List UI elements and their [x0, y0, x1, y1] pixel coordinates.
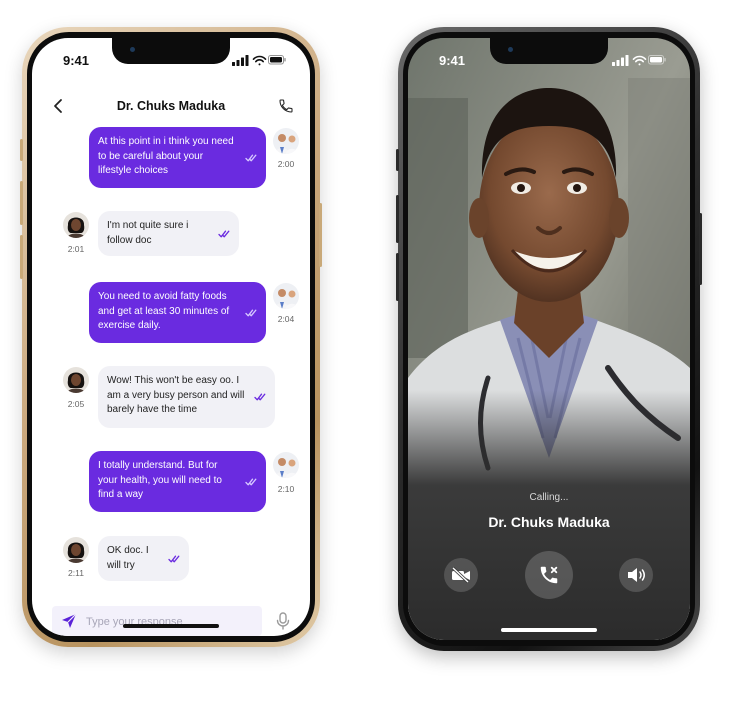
video-off-icon: [451, 567, 470, 583]
battery-icon: [648, 55, 666, 65]
message-text: At this point in i think you need to be …: [98, 136, 234, 176]
message-outgoing: You need to avoid fatty foods and get at…: [89, 282, 266, 343]
send-icon[interactable]: [61, 613, 77, 629]
phone-side-button: [20, 235, 23, 279]
message-time: 2:11: [68, 568, 84, 578]
message-bubble: I totally understand. But for your healt…: [89, 451, 266, 512]
video-off-button[interactable]: [444, 558, 478, 592]
end-call-icon: [540, 566, 558, 584]
phone-side-button: [396, 149, 399, 171]
message-outgoing: I totally understand. But for your healt…: [89, 451, 266, 512]
phone-side-button: [319, 203, 322, 267]
message-outgoing: At this point in i think you need to be …: [89, 127, 266, 188]
message-bubble: At this point in i think you need to be …: [89, 127, 266, 188]
message-time: 2:00: [277, 159, 295, 169]
message-bubble: I'm not quite sure i follow doc: [98, 211, 239, 256]
message-incoming: OK doc. I will try: [98, 536, 189, 581]
caller-name: Dr. Chuks Maduka: [488, 514, 610, 530]
status-time: 9:41: [439, 53, 466, 68]
chat-phone: 9:41 Dr. Chuks Maduka At this point in i…: [20, 27, 322, 647]
patient-avatar: [63, 212, 89, 238]
patient-avatar: [63, 537, 89, 563]
message-incoming: Wow! This won't be easy oo. I am a very …: [98, 366, 275, 428]
message-text: I totally understand. But for your healt…: [98, 460, 222, 500]
read-tick-icon: [245, 478, 257, 485]
speaker-icon: [628, 568, 645, 582]
doctor-avatar: [273, 128, 299, 154]
phone-call-icon[interactable]: [278, 98, 294, 114]
message-time: 2:01: [67, 244, 85, 254]
call-phone: 9:41 Calling... Dr. Chuks Maduka: [396, 27, 702, 651]
message-text: I'm not quite sure i follow doc: [107, 220, 189, 246]
message-time: 2:04: [277, 314, 295, 324]
call-status: Calling...: [529, 492, 569, 503]
home-indicator: [501, 628, 597, 632]
phone-side-button: [396, 195, 399, 243]
status-time: 9:41: [63, 53, 90, 68]
message-time: 2:05: [67, 399, 85, 409]
signal-icon: [612, 55, 629, 66]
patient-avatar: [63, 367, 89, 393]
home-indicator: [123, 624, 219, 628]
message-time: 2:10: [277, 484, 295, 494]
read-tick-icon: [245, 154, 257, 161]
message-bubble: Wow! This won't be easy oo. I am a very …: [98, 366, 275, 428]
phone-side-button: [396, 253, 399, 301]
doctor-avatar: [273, 452, 299, 478]
message-bubble: OK doc. I will try: [98, 536, 189, 581]
message-text: Wow! This won't be easy oo. I am a very …: [107, 375, 245, 415]
read-tick-icon: [245, 309, 257, 316]
read-tick-icon: [168, 555, 180, 562]
message-bubble: You need to avoid fatty foods and get at…: [89, 282, 266, 343]
notch: [490, 38, 608, 64]
chat-header: Dr. Chuks Maduka: [32, 90, 310, 124]
message-composer: [52, 606, 262, 636]
wifi-icon: [632, 55, 647, 66]
battery-icon: [268, 55, 286, 65]
signal-icon: [232, 55, 249, 66]
status-icons: [232, 55, 286, 66]
speaker-button[interactable]: [619, 558, 653, 592]
microphone-icon[interactable]: [276, 612, 290, 630]
call-screen: 9:41 Calling... Dr. Chuks Maduka: [408, 38, 690, 640]
message-text: You need to avoid fatty foods and get at…: [98, 291, 230, 331]
doctor-avatar: [273, 283, 299, 309]
notch: [112, 38, 230, 64]
wifi-icon: [252, 55, 267, 66]
phone-side-button: [699, 213, 702, 285]
chat-title: Dr. Chuks Maduka: [116, 99, 226, 113]
message-incoming: I'm not quite sure i follow doc: [98, 211, 239, 256]
end-call-button[interactable]: [525, 551, 573, 599]
status-icons: [612, 55, 666, 66]
read-tick-icon: [218, 230, 230, 237]
message-input[interactable]: [84, 612, 258, 632]
message-text: OK doc. I will try: [107, 545, 149, 571]
phone-side-button: [20, 139, 23, 161]
read-tick-icon: [254, 393, 266, 401]
phone-side-button: [20, 181, 23, 225]
chat-screen: 9:41 Dr. Chuks Maduka At this point in i…: [32, 38, 310, 636]
